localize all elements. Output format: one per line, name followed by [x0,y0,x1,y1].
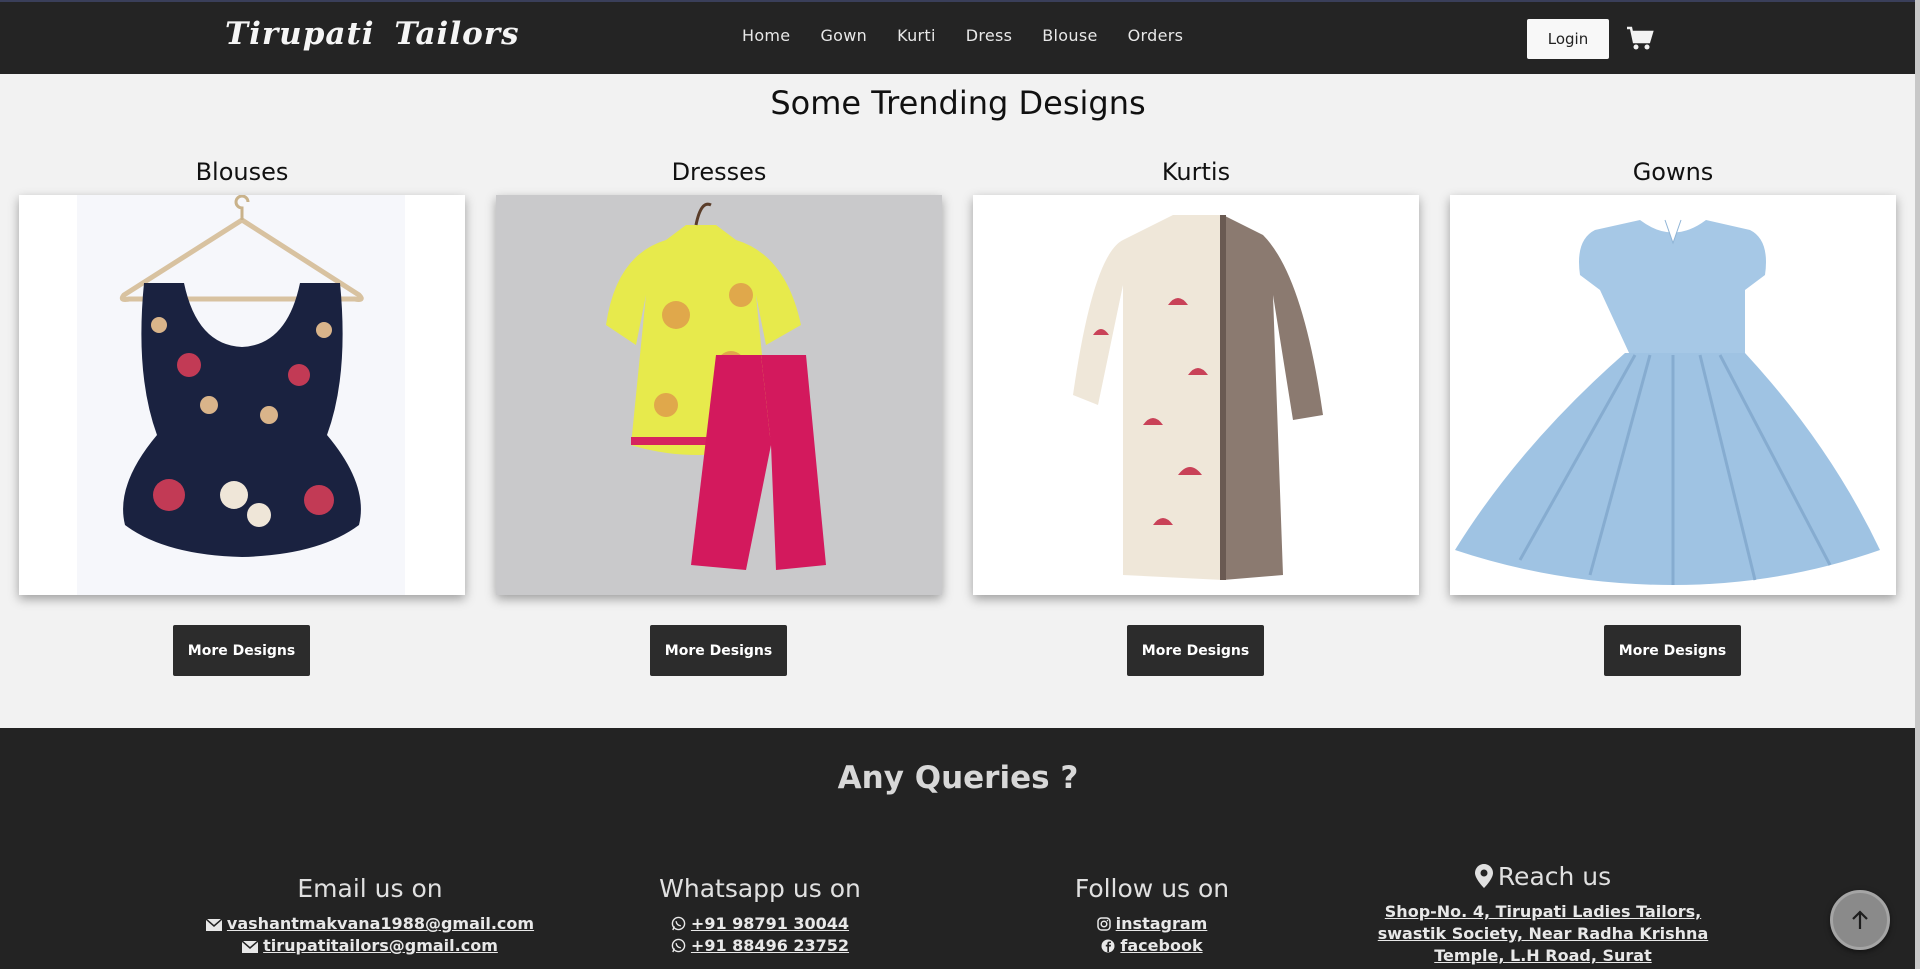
card-title-blouses: Blouses [195,158,289,186]
scroll-to-top-button[interactable] [1830,890,1890,950]
kurti-image[interactable] [973,195,1419,595]
nav-kurti[interactable]: Kurti [897,26,936,45]
blouse-image[interactable] [19,195,465,595]
whatsapp-link-1[interactable]: +91 98791 30044 [630,913,890,935]
card-title-kurtis: Kurtis [1161,158,1231,186]
whatsapp-icon [671,938,686,953]
page-scrollbar[interactable] [1915,0,1920,969]
whatsapp-1: +91 98791 30044 [690,914,850,933]
arrow-up-icon [1852,910,1868,929]
follow-heading: Follow us on [1074,874,1230,903]
follow-section: Follow us on instagram facebook [1042,874,1262,957]
reach-section: Reach us Shop-No. 4, Tirupati Ladies Tai… [1360,862,1726,967]
nav-gown[interactable]: Gown [820,26,867,45]
footer: Any Queries ? Email us on vashantmakvana… [0,728,1916,969]
more-designs-gowns-button[interactable]: More Designs [1604,625,1741,676]
brand-logo[interactable]: Tirupati Tailors [225,16,520,52]
whatsapp-heading: Whatsapp us on [659,874,861,903]
nav-dress[interactable]: Dress [966,26,1013,45]
login-button[interactable]: Login [1527,19,1609,59]
nav-home[interactable]: Home [742,26,790,45]
instagram-icon [1096,917,1111,931]
nav-links: Home Gown Kurti Dress Blouse Orders [742,26,1213,45]
whatsapp-icon [671,916,686,931]
whatsapp-section: Whatsapp us on +91 98791 30044 +91 88496… [630,874,890,957]
gown-image[interactable] [1450,195,1896,595]
nav-blouse[interactable]: Blouse [1042,26,1097,45]
email-section: Email us on vashantmakvana1988@gmail.com… [200,874,540,957]
email-link-1[interactable]: vashantmakvana1988@gmail.com [200,913,540,935]
instagram-link[interactable]: instagram [1042,913,1262,935]
whatsapp-2: +91 88496 23752 [690,936,850,955]
nav-orders[interactable]: Orders [1128,26,1184,45]
cart-icon[interactable] [1626,26,1654,52]
facebook-icon [1101,939,1115,953]
queries-title: Any Queries ? [837,760,1079,796]
envelope-icon [205,919,222,931]
more-designs-blouses-button[interactable]: More Designs [173,625,310,676]
reach-heading: Reach us [1360,862,1726,891]
email-2: tirupatitailors@gmail.com [263,936,498,955]
card-title-dresses: Dresses [671,158,767,186]
email-link-2[interactable]: tirupatitailors@gmail.com [200,935,540,957]
envelope-icon [242,941,259,953]
more-designs-dresses-button[interactable]: More Designs [650,625,787,676]
map-pin-icon [1474,864,1493,888]
email-heading: Email us on [297,874,443,903]
navbar: Tirupati Tailors Home Gown Kurti Dress B… [0,0,1920,74]
address-link[interactable]: Shop-No. 4, Tirupati Ladies Tailors, swa… [1360,901,1726,967]
dress-image[interactable] [496,195,942,595]
email-1: vashantmakvana1988@gmail.com [226,914,535,933]
facebook-label: facebook [1120,936,1203,955]
facebook-link[interactable]: facebook [1042,935,1262,957]
card-title-gowns: Gowns [1632,158,1714,186]
whatsapp-link-2[interactable]: +91 88496 23752 [630,935,890,957]
section-title: Some Trending Designs [770,84,1146,122]
instagram-label: instagram [1115,914,1208,933]
more-designs-kurtis-button[interactable]: More Designs [1127,625,1264,676]
